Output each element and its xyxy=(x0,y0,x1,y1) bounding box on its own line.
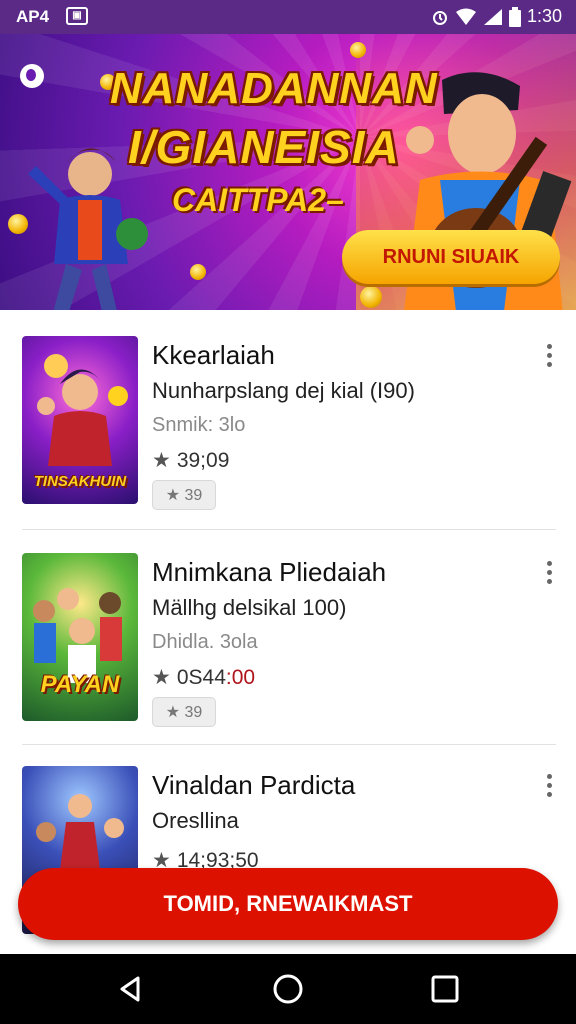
game-rating: ★ 0S44:00 xyxy=(152,665,255,690)
game-title[interactable]: Vinaldan Pardicta xyxy=(152,770,355,801)
signal-icon xyxy=(483,8,502,25)
star-icon: ★ xyxy=(152,449,171,472)
game-meta: Dhidla. 3ola xyxy=(152,631,258,653)
game-title[interactable]: Kkearlaiah xyxy=(152,340,275,371)
game-thumbnail[interactable]: TINSAKHUIN xyxy=(22,336,138,504)
badge-value: 39 xyxy=(184,704,203,721)
star-icon: ★ xyxy=(165,704,181,721)
rating-badge[interactable]: ★ 39 xyxy=(152,480,216,510)
home-icon[interactable] xyxy=(271,972,305,1006)
game-thumbnail[interactable]: PAYAN xyxy=(22,553,138,721)
game-subtitle: Mällhg delsikal 100) xyxy=(152,595,347,620)
primary-cta-button[interactable]: TOMID, RNEWAIKMAST xyxy=(18,868,558,940)
carrier-label: AP4 xyxy=(16,7,50,26)
back-icon[interactable] xyxy=(114,972,148,1006)
banner-cta-button[interactable]: RNUNI SIUAIK xyxy=(342,230,560,284)
more-options-icon[interactable] xyxy=(544,344,554,370)
list-item[interactable]: TINSAKHUIN Kkearlaiah Nunharpslang dej k… xyxy=(0,310,576,526)
coin-icon xyxy=(190,264,206,280)
rating-badge[interactable]: ★ 39 xyxy=(152,697,216,727)
rating-value-highlight: :00 xyxy=(225,666,256,689)
more-options-icon[interactable] xyxy=(544,561,554,587)
sim-icon: ▣ xyxy=(66,7,88,25)
banner-title-line2: I/GIANEISIA xyxy=(128,121,400,173)
badge-value: 39 xyxy=(184,487,203,504)
star-icon: ★ xyxy=(152,666,171,689)
game-subtitle: Oresllina xyxy=(152,808,239,833)
thumbnail-label: TINSAKHUIN xyxy=(33,473,127,490)
banner-subtitle: CAITTPA2– xyxy=(172,182,344,218)
promo-banner[interactable]: NANADANNAN I/GIANEISIA CAITTPA2– RNUNI S… xyxy=(0,34,576,310)
more-options-icon[interactable] xyxy=(544,774,554,800)
battery-icon xyxy=(508,6,521,27)
recents-icon[interactable] xyxy=(428,972,462,1006)
system-nav-bar xyxy=(0,954,576,1024)
thumbnail-label: PAYAN xyxy=(40,671,120,698)
coin-icon xyxy=(350,42,366,58)
status-icons: 1:30 xyxy=(431,6,562,27)
list-item[interactable]: PAYAN Mnimkana Pliedaiah Mällhg delsikal… xyxy=(0,527,576,743)
coin-icon xyxy=(360,286,382,308)
game-meta: Snmik: 3lo xyxy=(152,414,246,436)
status-bar: AP4 ▣ 1:30 xyxy=(0,0,576,34)
star-icon: ★ xyxy=(165,487,181,504)
app-logo-icon xyxy=(20,64,44,88)
rating-value: 0S44 xyxy=(176,666,226,689)
rating-value: 39;09 xyxy=(176,449,230,472)
alarm-icon xyxy=(432,10,447,25)
game-rating: ★ 39;09 xyxy=(152,448,229,473)
clock: 1:30 xyxy=(526,6,562,26)
wifi-icon xyxy=(455,8,476,25)
game-subtitle: Nunharpslang dej kial (I90) xyxy=(152,378,415,403)
game-title[interactable]: Mnimkana Pliedaiah xyxy=(152,557,386,588)
banner-title: NANADANNAN xyxy=(110,64,438,113)
